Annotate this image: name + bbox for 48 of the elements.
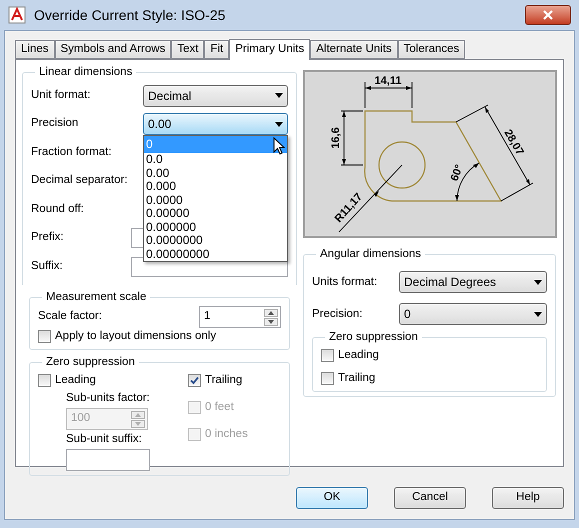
field-label: Scale factor: xyxy=(38,309,102,324)
tab[interactable]: Symbols and Arrows xyxy=(54,40,172,59)
tab[interactable]: Alternate Units xyxy=(310,40,398,59)
tab[interactable]: Tolerances xyxy=(398,40,466,59)
checkbox-label: Apply to layout dimensions only xyxy=(55,329,216,344)
field-label: Round off: xyxy=(31,202,84,217)
group-title: Angular dimensions xyxy=(319,247,422,262)
checkbox-label: 0 feet xyxy=(205,400,234,415)
checkbox-label: Leading xyxy=(55,372,96,388)
field-label: Sub-unit suffix: xyxy=(66,432,143,447)
list-option[interactable]: 0.00000 xyxy=(144,207,287,220)
list-option[interactable]: 0.00000000 xyxy=(144,248,287,261)
window-title: Override Current Style: ISO-25 xyxy=(34,6,226,25)
group-title: Linear dimensions xyxy=(38,65,134,80)
tab[interactable]: Text xyxy=(171,40,204,59)
dropdown[interactable]: Decimal Degrees xyxy=(399,271,547,294)
list-option[interactable]: 0.000 xyxy=(144,180,287,194)
field-label: Decimal separator: xyxy=(31,173,128,188)
tab[interactable]: Fit xyxy=(204,40,230,59)
dialog-button[interactable]: OK xyxy=(296,487,368,509)
checkbox-label: 0 inches xyxy=(205,427,248,442)
dropdown[interactable]: Decimal xyxy=(143,84,288,106)
field-label: Precision: xyxy=(312,306,362,322)
field-label: Suffix: xyxy=(31,258,63,274)
dropdown[interactable]: 0 xyxy=(399,303,547,326)
tab[interactable]: Primary Units xyxy=(229,39,310,60)
dropdown[interactable]: 0.00 xyxy=(143,113,288,135)
field-label: Prefix: xyxy=(31,230,64,246)
list-option[interactable]: 0.0 xyxy=(144,153,287,166)
field-label: Unit format: xyxy=(31,88,90,103)
group-title: Zero suppression xyxy=(328,330,419,346)
dialog-button[interactable]: Help xyxy=(492,487,564,509)
list-option[interactable]: 0.000000 xyxy=(144,220,287,234)
checkbox-label: Leading xyxy=(338,348,379,362)
field-label: Precision xyxy=(31,116,78,132)
checkbox-label: Trailing xyxy=(338,370,376,386)
field-label: Fraction format: xyxy=(31,144,112,160)
list-option[interactable]: 0.0000 xyxy=(144,194,287,207)
list-option[interactable]: 0.00 xyxy=(144,166,287,180)
dialog-button[interactable]: Cancel xyxy=(394,487,466,509)
list-option[interactable]: 0.0000000 xyxy=(144,234,287,248)
field-label: Units format: xyxy=(312,274,378,290)
group-title: Zero suppression xyxy=(45,355,136,370)
group-title: Measurement scale xyxy=(45,290,148,305)
field-label: Sub-units factor: xyxy=(66,390,151,406)
checkbox-label: Trailing xyxy=(205,372,242,388)
tab[interactable]: Lines xyxy=(15,40,54,59)
spin-field[interactable]: 1 xyxy=(199,306,281,328)
